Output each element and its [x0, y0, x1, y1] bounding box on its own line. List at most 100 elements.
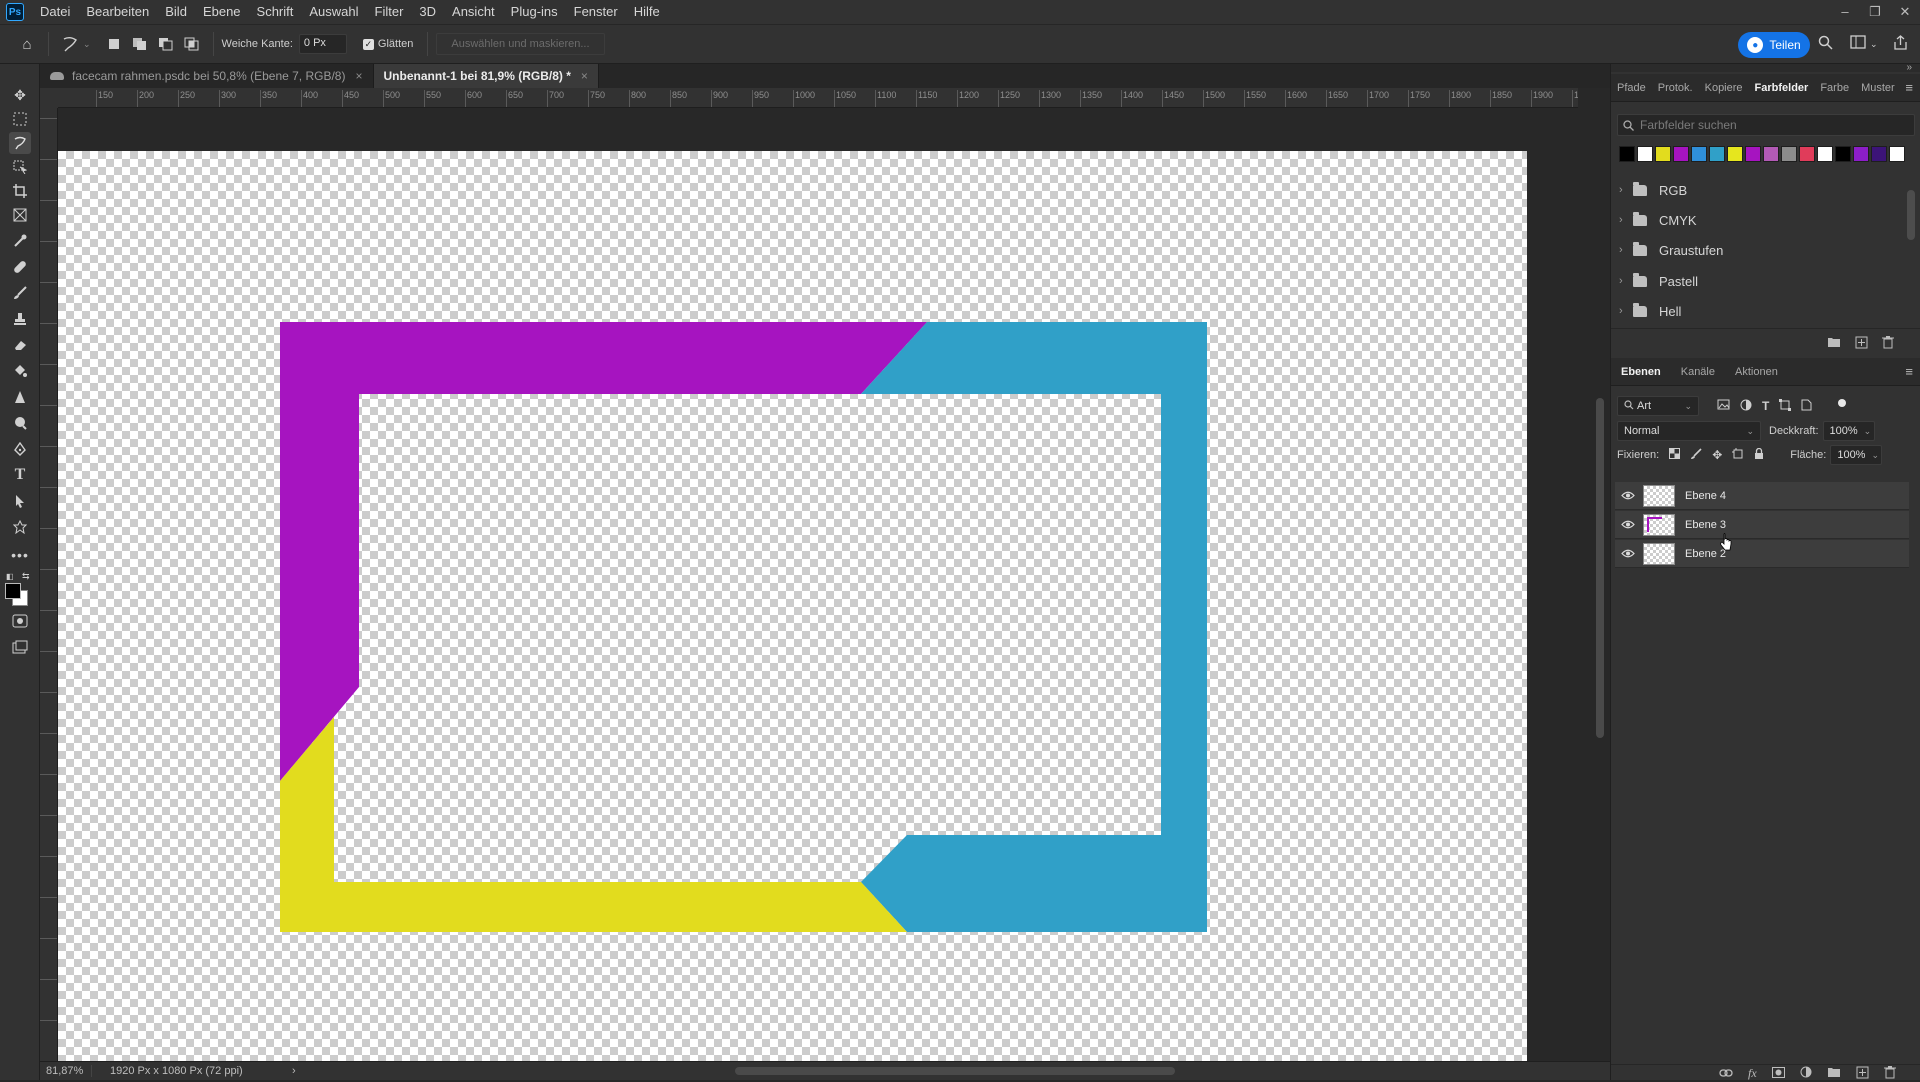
color-swatch[interactable] — [1799, 146, 1815, 162]
color-swatch[interactable] — [1727, 146, 1743, 162]
lasso-tool-icon[interactable] — [9, 132, 31, 154]
tab-farbfelder[interactable]: Farbfelder — [1749, 74, 1815, 102]
color-swatch[interactable] — [1673, 146, 1689, 162]
lock-artboard-icon[interactable] — [1732, 447, 1744, 463]
tab-ebenen[interactable]: Ebenen — [1611, 358, 1667, 386]
color-swatch[interactable] — [1889, 146, 1905, 162]
filter-toggle-icon[interactable] — [1838, 399, 1847, 407]
blend-mode-dropdown[interactable]: Normal ⌄ — [1617, 421, 1761, 441]
horizontal-scroll-thumb[interactable] — [735, 1067, 1175, 1075]
minimize-icon[interactable]: – — [1830, 0, 1860, 24]
vertical-scrollbar[interactable] — [1590, 108, 1610, 1061]
zoom-level[interactable]: 81,87% — [40, 1065, 92, 1077]
lock-image-pixels-icon[interactable] — [1690, 447, 1702, 463]
collapse-panels-icon[interactable]: » — [1906, 62, 1912, 73]
intersect-selection-icon[interactable] — [179, 31, 205, 57]
chevron-right-icon[interactable]: › — [1619, 275, 1633, 287]
tab-kanaele[interactable]: Kanäle — [1667, 358, 1721, 386]
filter-pixel-icon[interactable] — [1717, 399, 1730, 413]
chevron-right-icon[interactable]: › — [1619, 305, 1633, 317]
color-swatch[interactable] — [1637, 146, 1653, 162]
new-selection-icon[interactable] — [101, 31, 127, 57]
lock-all-icon[interactable] — [1754, 447, 1764, 463]
search-icon[interactable] — [1818, 35, 1833, 54]
visibility-eye-icon[interactable] — [1615, 517, 1641, 532]
swap-colors-icon[interactable]: ⇆ — [22, 571, 30, 582]
color-swatch[interactable] — [1781, 146, 1797, 162]
more-tools-icon[interactable]: ••• — [9, 544, 31, 566]
add-to-selection-icon[interactable] — [127, 31, 153, 57]
share-button[interactable]: ● Teilen — [1738, 32, 1810, 58]
swatch-folder-rgb[interactable]: › RGB — [1619, 179, 1909, 201]
filter-smart-object-icon[interactable] — [1801, 399, 1812, 414]
filter-adjustment-icon[interactable] — [1740, 399, 1752, 414]
chevron-right-icon[interactable]: › — [1619, 214, 1633, 226]
panel-menu-icon[interactable]: ≡ — [1905, 80, 1913, 95]
menu-bild[interactable]: Bild — [157, 0, 195, 24]
default-colors-icon[interactable]: ◧ — [6, 572, 14, 581]
menu-auswahl[interactable]: Auswahl — [301, 0, 366, 24]
swatch-folder-cmyk[interactable]: › CMYK — [1619, 209, 1909, 231]
color-swatch[interactable] — [1619, 146, 1635, 162]
menu-ansicht[interactable]: Ansicht — [444, 0, 503, 24]
swatch-search-input[interactable]: Farbfelder suchen — [1617, 114, 1915, 136]
subtract-from-selection-icon[interactable] — [153, 31, 179, 57]
close-tab-icon[interactable]: × — [581, 69, 588, 83]
close-window-icon[interactable]: ✕ — [1890, 0, 1920, 24]
layer-filter-dropdown[interactable]: Art ⌄ — [1617, 396, 1699, 416]
tab-kopierquelle[interactable]: Kopiere — [1699, 74, 1749, 102]
color-swatch[interactable] — [1853, 146, 1869, 162]
lasso-tool-preset-icon[interactable] — [57, 31, 83, 57]
lock-position-icon[interactable]: ✥ — [1712, 448, 1722, 462]
object-selection-tool-icon[interactable] — [9, 156, 31, 178]
color-swatch[interactable] — [1745, 146, 1761, 162]
canvas-workspace[interactable] — [58, 108, 1588, 1061]
chevron-right-icon[interactable]: › — [1619, 244, 1633, 256]
quick-mask-icon[interactable] — [9, 610, 31, 632]
layer-row-ebene-2[interactable]: Ebene 2 — [1615, 540, 1909, 568]
menu-datei[interactable]: Datei — [32, 0, 78, 24]
layer-name[interactable]: Ebene 4 — [1685, 490, 1726, 502]
tab-unbenannt-1[interactable]: Unbenannt-1 bei 81,9% (RGB/8) * × — [373, 64, 599, 88]
document-info[interactable]: 1920 Px x 1080 Px (72 ppi) — [92, 1065, 292, 1077]
frame-tool-icon[interactable] — [9, 204, 31, 226]
menu-3d[interactable]: 3D — [411, 0, 444, 24]
menu-plugins[interactable]: Plug-ins — [503, 0, 566, 24]
path-selection-tool-icon[interactable] — [9, 490, 31, 512]
antialias-checkbox[interactable]: ✓ — [362, 38, 374, 50]
tab-facecam-rahmen[interactable]: facecam rahmen.psdc bei 50,8% (Ebene 7, … — [40, 64, 374, 88]
visibility-eye-icon[interactable] — [1615, 546, 1641, 561]
color-swatch[interactable] — [1871, 146, 1887, 162]
new-group-folder-icon[interactable] — [1827, 336, 1841, 352]
vertical-ruler[interactable] — [40, 108, 58, 1061]
document-canvas[interactable] — [58, 151, 1527, 1061]
tab-farbe[interactable]: Farbe — [1814, 74, 1855, 102]
screen-mode-icon[interactable] — [9, 636, 31, 658]
foreground-color-swatch[interactable] — [5, 583, 21, 599]
opacity-input[interactable]: 100% ⌄ — [1822, 421, 1875, 441]
workspace-chevron-icon[interactable]: ⌄ — [1870, 39, 1878, 50]
brush-tool-icon[interactable] — [9, 282, 31, 304]
new-swatch-icon[interactable] — [1855, 336, 1868, 352]
color-swatch[interactable] — [1691, 146, 1707, 162]
crop-tool-icon[interactable] — [9, 180, 31, 202]
sharpen-tool-icon[interactable] — [9, 386, 31, 408]
ruler-origin[interactable] — [40, 88, 58, 108]
menu-hilfe[interactable]: Hilfe — [626, 0, 668, 24]
panel-menu-icon[interactable]: ≡ — [1905, 364, 1913, 379]
scroll-thumb[interactable] — [1596, 398, 1604, 738]
menu-fenster[interactable]: Fenster — [566, 0, 626, 24]
tab-pfade[interactable]: Pfade — [1611, 74, 1652, 102]
type-tool-icon[interactable]: T — [9, 464, 31, 486]
layer-row-ebene-3[interactable]: Ebene 3 — [1615, 511, 1909, 539]
status-arrow-icon[interactable]: › — [292, 1065, 296, 1077]
marquee-tool-icon[interactable] — [9, 108, 31, 130]
menu-filter[interactable]: Filter — [367, 0, 412, 24]
color-swatch[interactable] — [1655, 146, 1671, 162]
dodge-tool-icon[interactable] — [9, 412, 31, 434]
color-swatch[interactable] — [1709, 146, 1725, 162]
menu-schrift[interactable]: Schrift — [249, 0, 302, 24]
pen-tool-icon[interactable] — [9, 438, 31, 460]
horizontal-ruler[interactable]: 150 200 250 300 350 400 450 500 550 600 650 700 750 8… — [58, 88, 1578, 108]
filter-shape-icon[interactable] — [1779, 398, 1792, 414]
